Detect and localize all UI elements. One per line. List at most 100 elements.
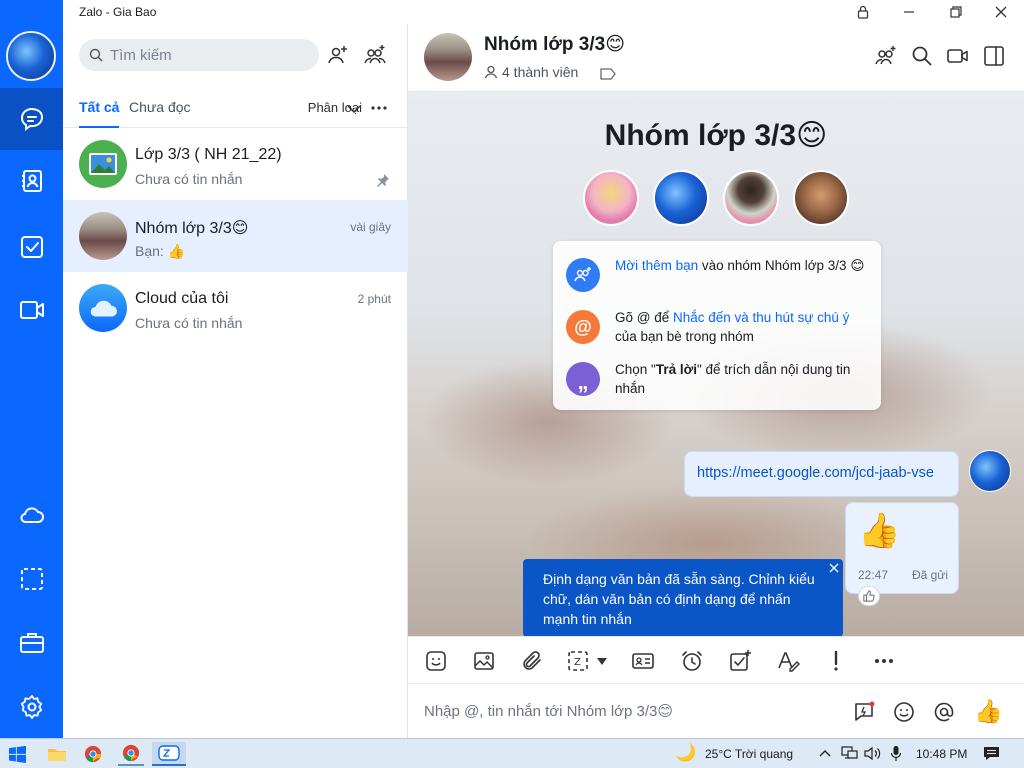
tag-icon[interactable] bbox=[600, 68, 616, 80]
screenshot-icon[interactable]: Z bbox=[566, 649, 590, 673]
tab-unread[interactable]: Chưa đọc bbox=[129, 99, 191, 115]
invite-link[interactable]: Mời thêm bạn bbox=[615, 258, 698, 273]
mention-text: của bạn bè trong nhóm bbox=[615, 329, 754, 344]
clock[interactable]: 10:48 PM bbox=[916, 747, 967, 761]
business-card-icon[interactable] bbox=[631, 649, 655, 673]
mention-icon[interactable] bbox=[932, 700, 956, 724]
nav-chat[interactable] bbox=[0, 88, 63, 150]
chevron-up-icon[interactable] bbox=[819, 748, 831, 758]
user-avatar[interactable] bbox=[6, 31, 56, 81]
search-icon[interactable] bbox=[910, 44, 934, 68]
conversation-name: Cloud của tôi bbox=[135, 290, 229, 307]
nav-cloud[interactable] bbox=[0, 484, 63, 546]
members-count[interactable]: 4 thành viên bbox=[484, 64, 578, 80]
start-button[interactable] bbox=[4, 742, 30, 766]
image-gallery-icon bbox=[89, 153, 117, 175]
zalo-taskbar-button[interactable] bbox=[152, 742, 186, 766]
folder-icon bbox=[48, 749, 66, 761]
mention-link[interactable]: Nhắc đến và thu hút sự chú ý bbox=[673, 310, 849, 325]
message-bubble-sticker[interactable]: 👍 22:47 Đã gửi bbox=[845, 502, 959, 594]
restore-icon bbox=[950, 6, 962, 18]
contacts-icon bbox=[21, 170, 42, 192]
important-icon[interactable] bbox=[824, 649, 848, 673]
minimize-icon bbox=[904, 11, 914, 13]
invite-text: vào nhóm Nhóm lớp 3/3 😊 bbox=[698, 258, 865, 273]
member-avatar[interactable] bbox=[653, 170, 709, 226]
my-avatar[interactable] bbox=[969, 450, 1011, 492]
lock-button[interactable] bbox=[840, 0, 886, 24]
member-avatar[interactable] bbox=[793, 170, 849, 226]
chrome-profile-button[interactable] bbox=[118, 742, 144, 766]
window-title: Zalo - Gia Bao bbox=[79, 5, 157, 19]
reply-bold: Trả lời bbox=[655, 362, 697, 377]
nav-todo[interactable] bbox=[0, 216, 63, 278]
search-placeholder: Tìm kiếm bbox=[110, 47, 172, 64]
restore-button[interactable] bbox=[933, 0, 979, 24]
group-tips-card: Mời thêm bạn vào nhóm Nhóm lớp 3/3 😊 @ G… bbox=[553, 241, 881, 410]
zalo-icon bbox=[158, 745, 180, 761]
close-icon[interactable] bbox=[828, 562, 840, 574]
toolbox-icon bbox=[19, 633, 44, 653]
chat-icon bbox=[20, 107, 43, 131]
add-member-icon[interactable] bbox=[874, 44, 898, 68]
quick-message-icon[interactable] bbox=[852, 700, 876, 724]
welcome-title: Nhóm lớp 3/3😊 bbox=[604, 119, 828, 152]
screenshot-icon bbox=[20, 568, 43, 590]
conversation-time: 2 phút bbox=[357, 292, 391, 306]
nav-toolbox[interactable] bbox=[0, 612, 63, 674]
svg-text:Z: Z bbox=[574, 657, 581, 668]
attachment-icon[interactable] bbox=[520, 649, 544, 673]
sticker-icon[interactable] bbox=[424, 649, 448, 673]
video-call-icon bbox=[19, 301, 44, 319]
notification-center-icon[interactable] bbox=[983, 746, 1000, 761]
minimize-button[interactable] bbox=[886, 0, 932, 24]
zalo-app: Zalo - Gia Bao Tìm kiếm Tất cả Chưa đọc … bbox=[0, 0, 1024, 738]
tab-all[interactable]: Tất cả bbox=[79, 99, 120, 128]
text-format-icon[interactable] bbox=[776, 649, 800, 673]
conversation-item[interactable]: Cloud của tôi Chưa có tin nhắn 2 phút bbox=[63, 272, 408, 344]
chevron-down-icon[interactable] bbox=[597, 658, 607, 665]
chrome-button[interactable] bbox=[80, 742, 106, 766]
nav-screenshot[interactable] bbox=[0, 548, 63, 610]
network-icon[interactable] bbox=[841, 746, 858, 761]
close-button[interactable] bbox=[978, 0, 1024, 24]
more-icon[interactable] bbox=[371, 104, 387, 112]
person-icon bbox=[484, 65, 498, 79]
weather-text[interactable]: 25°C Trời quang bbox=[705, 747, 793, 761]
message-composer[interactable]: Nhập @, tin nhắn tới Nhóm lớp 3/3😊 👍 bbox=[408, 684, 1024, 738]
message-status: Đã gửi bbox=[911, 568, 948, 582]
video-call-icon[interactable] bbox=[946, 44, 970, 68]
group-avatar[interactable] bbox=[424, 33, 472, 81]
message-bubble-link[interactable]: https://meet.google.com/jcd-jaab-vse bbox=[684, 451, 959, 497]
quick-like-button[interactable]: 👍 bbox=[974, 698, 1003, 725]
more-icon[interactable] bbox=[872, 649, 896, 673]
create-group-icon[interactable] bbox=[363, 43, 387, 67]
cloud-icon bbox=[20, 507, 44, 523]
file-explorer-button[interactable] bbox=[44, 742, 70, 766]
chrome-icon bbox=[122, 744, 140, 762]
conversation-item[interactable]: Lớp 3/3 ( NH 21_22) Chưa có tin nhắn bbox=[63, 128, 408, 200]
nav-contacts[interactable] bbox=[0, 150, 63, 212]
volume-icon[interactable] bbox=[864, 746, 881, 761]
composer-toolbar: Z bbox=[408, 636, 1024, 684]
chevron-down-icon[interactable] bbox=[347, 104, 361, 114]
mention-icon: @ bbox=[566, 310, 600, 344]
member-avatar[interactable] bbox=[583, 170, 639, 226]
react-button[interactable] bbox=[858, 586, 880, 606]
reminder-icon[interactable] bbox=[680, 649, 704, 673]
nav-video-call[interactable] bbox=[0, 279, 63, 341]
member-avatar[interactable] bbox=[723, 170, 779, 226]
side-panel-icon[interactable] bbox=[982, 44, 1006, 68]
chat-messages-area[interactable]: Nhóm lớp 3/3😊 Mời thêm bạn vào nhóm Nhóm… bbox=[408, 92, 1024, 636]
search-input[interactable]: Tìm kiếm bbox=[79, 39, 319, 71]
conversation-panel: Tìm kiếm Tất cả Chưa đọc Phân loại Lớp 3… bbox=[63, 24, 408, 738]
message-link[interactable]: https://meet.google.com/jcd-jaab-vse bbox=[697, 465, 934, 481]
nav-settings[interactable] bbox=[0, 676, 63, 738]
add-friend-icon[interactable] bbox=[326, 43, 350, 67]
emoji-icon[interactable] bbox=[892, 700, 916, 724]
conversation-item-active[interactable]: Nhóm lớp 3/3😊 Bạn: 👍 vài giây bbox=[63, 200, 408, 272]
group-avatar bbox=[79, 212, 127, 260]
microphone-icon[interactable] bbox=[890, 745, 902, 762]
image-icon[interactable] bbox=[472, 649, 496, 673]
task-icon[interactable] bbox=[728, 649, 752, 673]
